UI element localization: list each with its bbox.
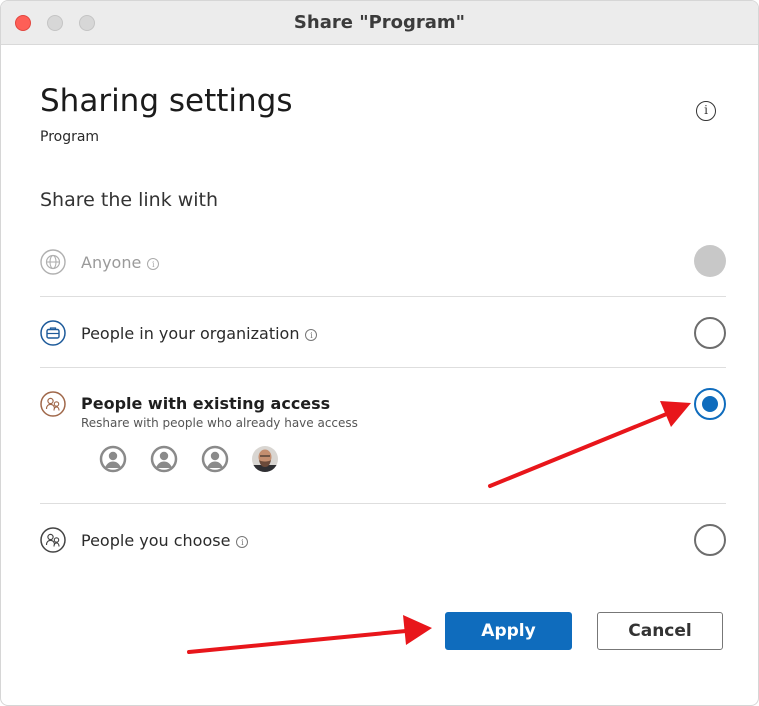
annotation-arrows (187, 401, 691, 654)
annotation-arrow (187, 615, 432, 654)
annotation-arrow (488, 401, 691, 488)
share-dialog-window: Share "Program" Sharing settings Program… (0, 0, 759, 706)
